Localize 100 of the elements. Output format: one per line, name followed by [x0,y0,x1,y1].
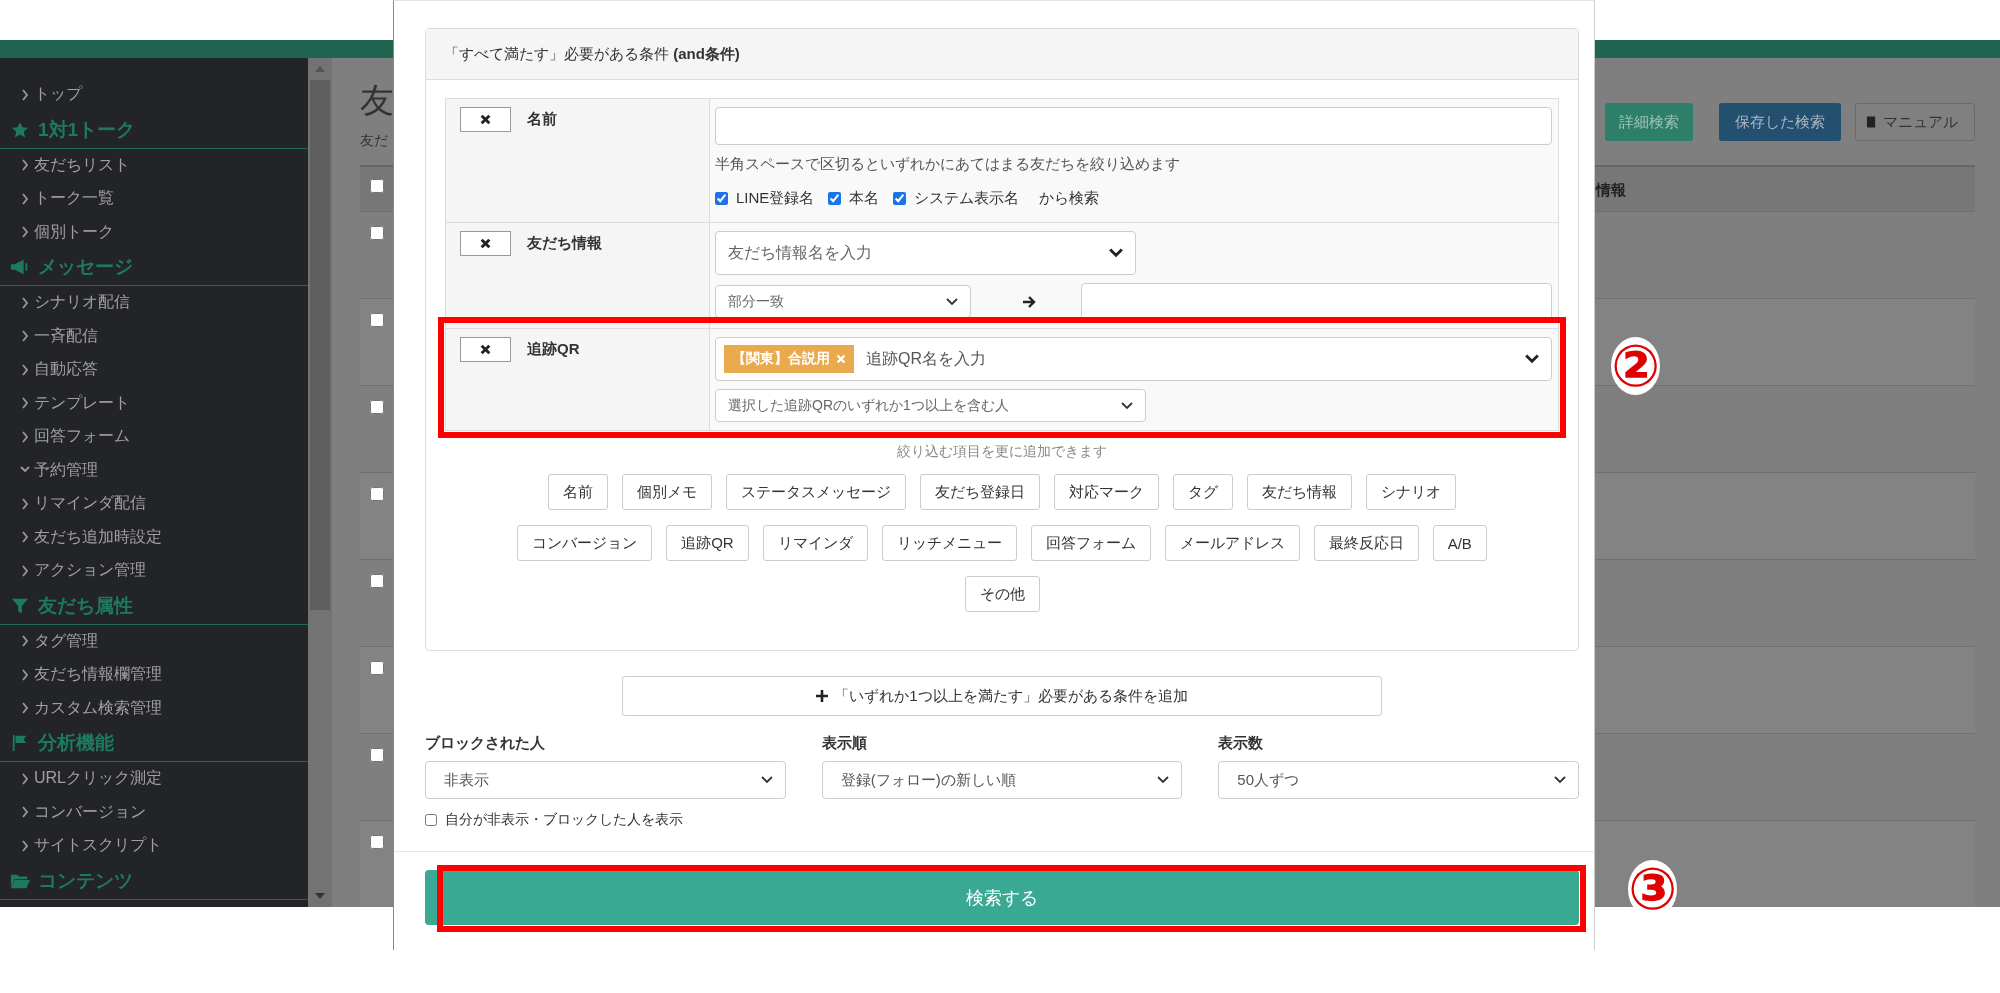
row-checkbox[interactable] [370,661,384,675]
close-icon [480,114,491,125]
add-filter-button[interactable]: 友だち登録日 [920,474,1040,510]
sidebar-item[interactable]: カスタム検索管理 [0,691,308,725]
row-checkbox[interactable] [370,226,384,240]
option-select[interactable]: 非表示 [425,761,786,799]
sidebar-item-label: 予約管理 [34,459,98,480]
remove-button[interactable] [460,231,511,256]
add-filter-button[interactable]: 個別メモ [622,474,712,510]
sidebar-item-label: 自動応答 [34,359,98,380]
field-label: 表示順 [821,734,868,753]
sidebar-heading-text: 1対1トーク [38,117,136,142]
scrollbar[interactable] [308,58,332,907]
qr-select-field[interactable]: 【関東】合説用 追跡QR名を入力 [715,337,1552,381]
sidebar-item[interactable]: 予約管理 [0,453,308,487]
qr-mode-select[interactable]: 選択した追跡QRのいずれか1つ以上を含む人 [715,389,1146,422]
sidebar-item[interactable]: シナリオ配信 [0,286,308,320]
name-input-field[interactable] [715,107,1552,145]
add-filter-button[interactable]: リッチメニュー [881,525,1017,561]
sidebar-heading-text: コンテンツ [38,868,133,893]
sidebar-item-label: アクション管理 [34,560,146,581]
placeholder-text: 追跡QR名を入力 [866,348,987,369]
sidebar-item[interactable]: 一斉配信 [0,319,308,353]
remove-button[interactable] [460,337,511,362]
row-checkbox[interactable] [370,400,384,414]
sidebar-item[interactable]: 友だちリスト [0,148,308,182]
scroll-down-icon[interactable] [315,893,325,899]
add-filter-button[interactable]: 名前 [548,474,608,510]
add-condition-button[interactable]: 「いずれか1つ以上を満たす」必要がある条件を追加 [622,676,1382,716]
sidebar-item[interactable]: テンプレート [0,386,308,420]
option-select[interactable]: 50人ずつ [1218,761,1579,799]
sidebar-item[interactable]: コンバージョン [0,795,308,829]
add-filter-button[interactable]: 最終反応日 [1313,525,1419,561]
add-filter-button[interactable]: シナリオ [1366,474,1456,510]
column-header: 情報 [1596,181,1626,198]
add-filter-button[interactable]: メールアドレス [1164,525,1300,561]
header-button[interactable]: マニュアル [1855,103,1975,141]
checkbox[interactable] [828,192,842,205]
sidebar-item[interactable]: 自動応答 [0,353,308,387]
add-filter-button[interactable]: リマインダ [762,525,868,561]
header-button[interactable]: 保存した検索 [1719,103,1841,141]
sidebar-item[interactable]: 友だち情報欄管理 [0,658,308,692]
option-select[interactable]: 登録(フォロー)の新しい順 [821,761,1183,799]
arrow-right-icon [1023,295,1037,308]
sidebar-item[interactable]: トップ [0,78,308,112]
sidebar-item-label: 友だち追加時設定 [34,526,162,547]
add-filter-button[interactable]: 追跡QR [666,525,749,561]
add-filter-button[interactable]: その他 [964,576,1040,612]
row-checkbox[interactable] [370,748,384,762]
sidebar-item[interactable]: タグ管理 [0,624,308,658]
add-filter-button[interactable]: 友だち情報 [1247,474,1352,510]
match-select[interactable]: 部分一致 [715,285,971,318]
add-filter-button[interactable]: ステータスメッセージ [726,474,906,510]
checkbox[interactable] [425,814,437,826]
row-checkbox[interactable] [370,574,384,588]
sidebar-item-label: トーク一覧 [34,188,114,209]
add-filter-button[interactable]: 対応マーク [1054,474,1159,510]
checkbox[interactable] [715,192,728,205]
remove-button[interactable] [460,107,511,132]
page-title: 友 [360,80,394,121]
condition-label: 追跡QR [527,340,580,359]
select-all-checkbox[interactable] [370,179,384,193]
close-icon [480,238,491,249]
sidebar-item[interactable]: 回答フォーム [0,420,308,454]
sidebar-item-label: 個別トーク [34,221,114,242]
chevron-down-icon [1525,354,1539,364]
sidebar-item[interactable]: アクション管理 [0,554,308,588]
add-filter-button[interactable]: コンバージョン [517,525,653,561]
megaphone-icon [10,258,30,276]
sidebar-item[interactable]: サイトスクリプト [0,829,308,863]
row-checkbox[interactable] [370,487,384,501]
sidebar-heading-text: 友だち属性 [38,593,133,618]
checkbox-label: 自分が非表示・ブロックした人を表示 [445,811,683,829]
search-target-suffix: から検索 [1039,189,1100,208]
sidebar-item[interactable]: URLクリック測定 [0,762,308,796]
row-checkbox[interactable] [370,313,384,327]
chevron-down-icon [946,297,958,306]
sidebar-item[interactable]: リマインダ配信 [0,487,308,521]
condition-label: 名前 [527,110,557,129]
sidebar-item-label: コンバージョン [34,801,146,822]
hint-text: 絞り込む項目を更に追加できます [896,443,1108,461]
checkbox-label: 本名 [849,189,880,208]
field-label: ブロックされた人 [425,734,546,753]
chevron-down-icon [1109,248,1123,258]
add-filter-button[interactable]: A/B [1432,525,1487,561]
close-icon [480,344,491,355]
add-filter-button[interactable]: タグ [1173,474,1233,510]
sidebar-item-label: トップ [34,84,82,105]
add-filter-button[interactable]: 回答フォーム [1030,525,1151,561]
chevron-down-icon [1554,776,1566,784]
checkbox[interactable] [893,192,907,205]
sidebar-item[interactable]: トーク一覧 [0,182,308,216]
row-checkbox[interactable] [370,835,384,849]
sidebar-item[interactable]: 友だち追加時設定 [0,520,308,554]
chevron-down-icon [1157,776,1170,784]
chevron-down-icon [1121,401,1133,410]
sidebar-item-label: テンプレート [34,392,130,413]
sidebar-item[interactable]: 個別トーク [0,215,308,249]
friend-info-select[interactable]: 友だち情報名を入力 [715,231,1136,275]
checkbox-label: システム表示名 [914,189,1020,208]
